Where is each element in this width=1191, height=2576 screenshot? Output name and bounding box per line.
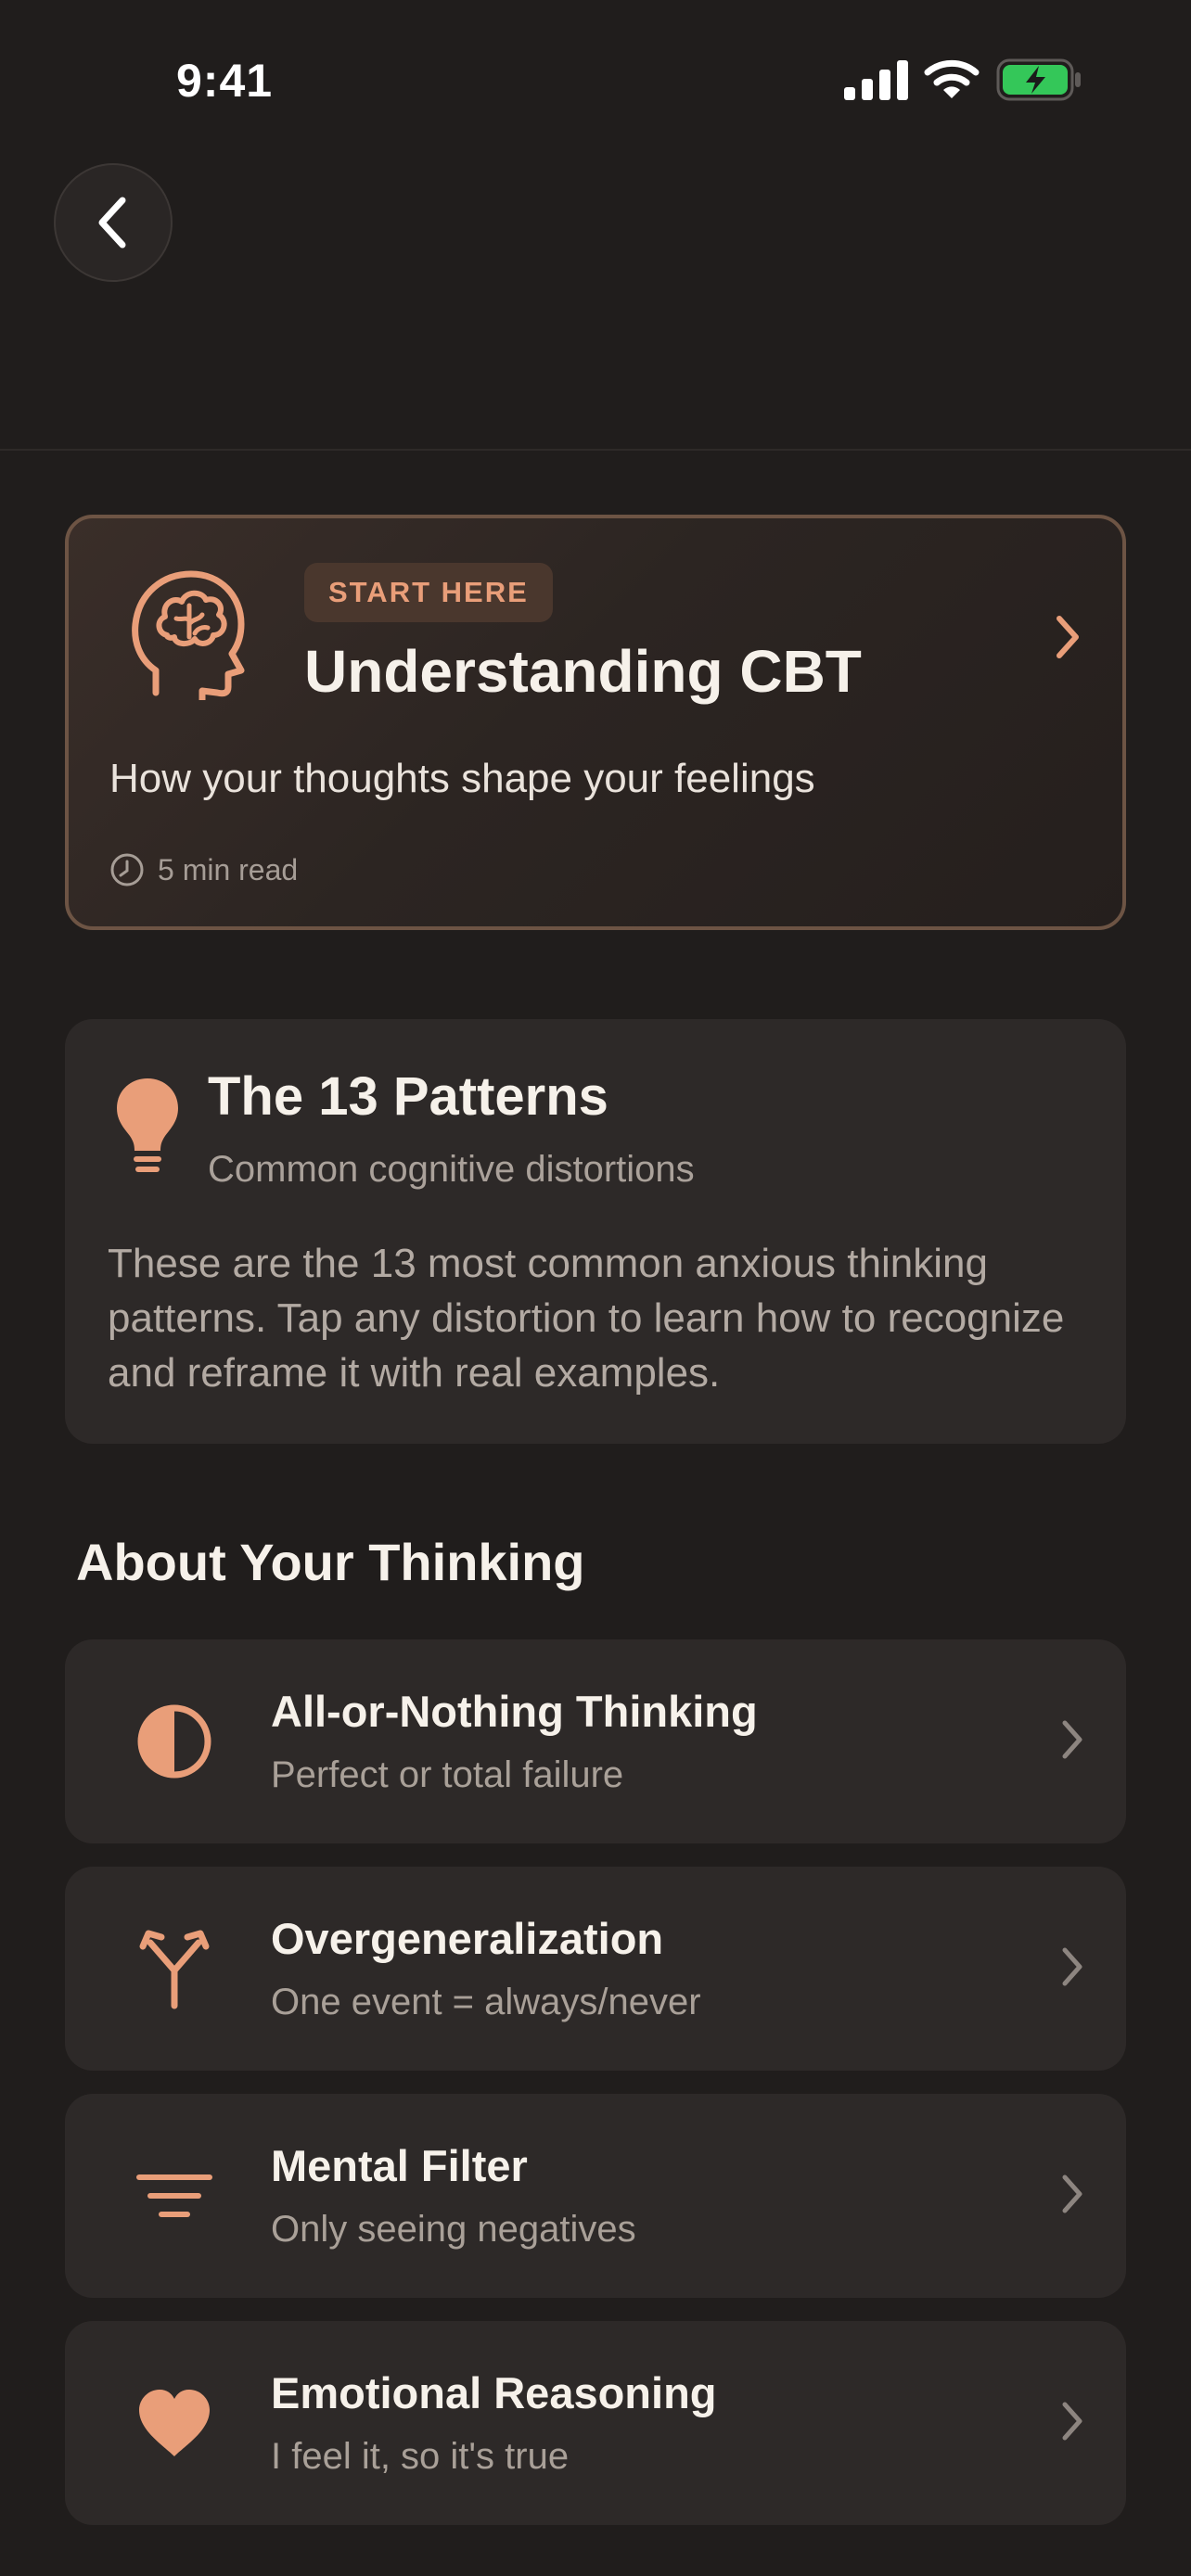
chevron-right-icon: [1062, 2402, 1082, 2441]
distortion-all-or-nothing[interactable]: All-or-Nothing Thinking Perfect or total…: [65, 1639, 1126, 1843]
distortion-emotional-reasoning[interactable]: Emotional Reasoning I feel it, so it's t…: [65, 2321, 1126, 2525]
section-heading: About Your Thinking: [76, 1533, 585, 1591]
list-item-subtitle: Perfect or total failure: [271, 1754, 624, 1795]
list-item-title: Overgeneralization: [271, 1914, 664, 1963]
brain-head-icon: [132, 570, 245, 700]
branch-arrows-icon: [122, 1917, 226, 2021]
card-subtitle: How your thoughts shape your feelings: [109, 756, 815, 801]
status-time: 9:41: [176, 55, 274, 107]
list-item-title: Emotional Reasoning: [271, 2368, 717, 2417]
card-title: Understanding CBT: [304, 638, 862, 705]
understanding-cbt-card[interactable]: START HERE Understanding CBT How your th…: [65, 515, 1126, 930]
chevron-left-icon: [98, 197, 126, 249]
clock-icon: [110, 853, 144, 886]
list-item-subtitle: I feel it, so it's true: [271, 2436, 570, 2477]
patterns-info-card: The 13 Patterns Common cognitive distort…: [65, 1019, 1126, 1444]
half-circle-icon: [122, 1690, 226, 1793]
wifi-icon: [924, 59, 980, 98]
header-divider: [0, 449, 1191, 451]
back-button[interactable]: [54, 163, 173, 282]
chevron-right-icon: [1062, 2174, 1082, 2213]
chevron-right-icon: [1062, 1947, 1082, 1986]
patterns-title: The 13 Patterns: [208, 1066, 608, 1127]
battery-charging-icon: [996, 58, 1081, 101]
distortion-mental-filter[interactable]: Mental Filter Only seeing negatives: [65, 2094, 1126, 2298]
list-item-subtitle: Only seeing negatives: [271, 2209, 636, 2250]
read-time: 5 min read: [109, 852, 298, 887]
list-item-subtitle: One event = always/never: [271, 1982, 701, 2022]
read-time-label: 5 min read: [158, 852, 299, 886]
heart-icon: [122, 2371, 226, 2475]
chevron-right-icon: [1062, 1720, 1082, 1759]
filter-lines-icon: [122, 2144, 226, 2248]
patterns-subtitle: Common cognitive distortions: [208, 1149, 695, 1190]
start-here-badge: START HERE: [304, 563, 553, 622]
lightbulb-icon: [117, 1078, 178, 1172]
cellular-signal-icon: [844, 60, 908, 100]
distortion-overgeneralization[interactable]: Overgeneralization One event = always/ne…: [65, 1867, 1126, 2071]
list-item-title: All-or-Nothing Thinking: [271, 1687, 758, 1736]
chevron-right-icon: [1057, 616, 1079, 658]
list-item-title: Mental Filter: [271, 2141, 528, 2190]
patterns-description: These are the 13 most common anxious thi…: [108, 1241, 1065, 1396]
